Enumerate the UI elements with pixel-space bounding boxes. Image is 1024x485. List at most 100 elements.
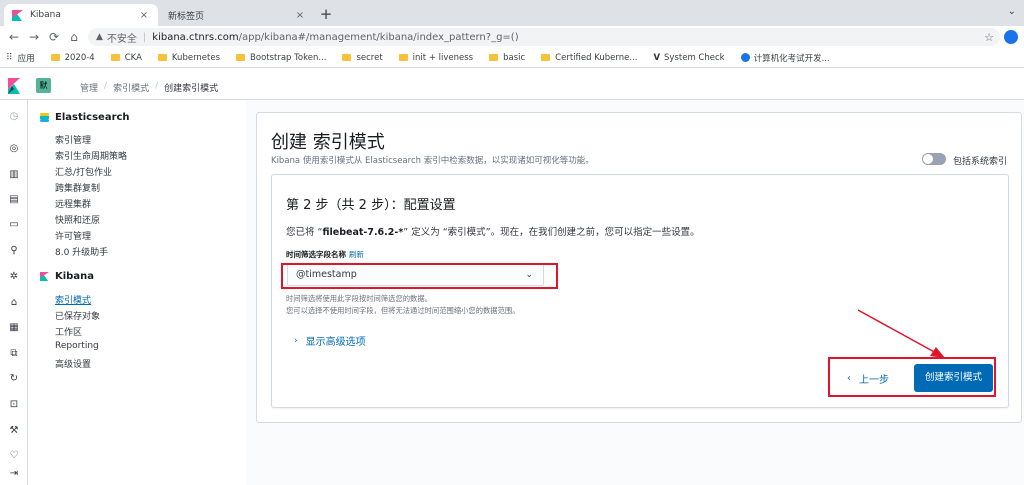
folder-icon [342, 54, 352, 61]
back-button[interactable]: ‹ 上一步 [847, 371, 889, 386]
dashboard-icon[interactable]: ▤ [7, 193, 21, 207]
breadcrumb-management[interactable]: 管理 [80, 81, 98, 94]
folder-icon [110, 54, 120, 61]
uptime-icon[interactable]: ↻ [7, 372, 21, 386]
kibana-logo-icon[interactable] [8, 78, 20, 94]
folder-icon [398, 54, 408, 61]
pearson-icon [740, 53, 750, 62]
show-advanced-options-link[interactable]: › 显示高级选项 [294, 333, 366, 349]
bookmark-folder[interactable]: secret [342, 53, 383, 63]
sidebar-item-remote-clusters[interactable]: 远程集群 [55, 197, 91, 210]
bookmark-apps[interactable]: ⠿ 应用 [6, 52, 35, 64]
logs-icon[interactable]: ▦ [7, 321, 21, 335]
sidebar-item-advanced-settings[interactable]: 高级设置 [55, 357, 91, 370]
new-tab-button[interactable]: + [318, 6, 334, 22]
tab-kibana[interactable]: Kibana × [4, 4, 158, 26]
monitoring-icon[interactable]: ♡ [7, 449, 21, 463]
sidebar-item-ilm[interactable]: 索引生命周期策略 [55, 149, 127, 162]
browser-tab-strip: Kibana × 新标签页 × + ⌄ [0, 0, 1024, 26]
home-icon[interactable]: ⌂ [64, 30, 84, 44]
step-description: 您已将 “filebeat-7.6.2-*” 定义为 “索引模式”。现在，在我们… [286, 227, 700, 238]
canvas-icon[interactable]: ▭ [7, 218, 21, 232]
tab-title: Kibana [30, 10, 61, 20]
ml-icon[interactable]: ✲ [7, 270, 21, 284]
apm-icon[interactable]: ⧉ [7, 347, 21, 361]
vlogo-icon: V [653, 52, 661, 63]
bookmark-folder[interactable]: Certified Kuberne... [541, 53, 637, 63]
tab-close-icon[interactable]: × [294, 10, 306, 21]
breadcrumb-separator: / [155, 81, 159, 91]
sidebar-item-ccr[interactable]: 跨集群复制 [55, 181, 100, 194]
collapse-nav-icon[interactable]: ⇥ [7, 467, 21, 481]
siem-icon[interactable]: ⊡ [7, 398, 21, 412]
bookmark-system-check[interactable]: V System Check [653, 53, 724, 63]
sidebar-item-index-management[interactable]: 索引管理 [55, 133, 91, 146]
sidebar-item-license[interactable]: 许可管理 [55, 229, 91, 242]
dev-tools-icon[interactable]: ⚒ [7, 424, 21, 438]
infrastructure-icon[interactable]: ⌂ [7, 296, 21, 310]
url-host: kibana.ctnrs.com [152, 31, 239, 43]
space-avatar[interactable]: 默 [36, 78, 51, 93]
time-field-help-2: 您可以选择不使用时间字段，但将无法通过时间范围缩小您的数据范围。 [286, 306, 520, 315]
sidebar-item-rollup[interactable]: 汇总/打包作业 [55, 165, 112, 178]
kibana-logo-icon [40, 272, 49, 281]
tab-title: 新标签页 [168, 11, 205, 22]
chevron-left-icon: ‹ [847, 373, 851, 384]
index-pattern-name: filebeat-7.6.2-* [322, 227, 404, 238]
recent-icon[interactable]: ◷ [7, 110, 21, 124]
profile-avatar-icon[interactable] [1004, 30, 1018, 44]
bookmark-folder[interactable]: Bootstrap Token... [236, 53, 326, 63]
toggle-knob [923, 154, 933, 164]
visualize-icon[interactable]: ▥ [7, 168, 21, 182]
back-icon[interactable]: ← [4, 30, 24, 44]
bookmark-folder[interactable]: Kubernetes [157, 53, 220, 63]
folder-icon [50, 54, 60, 61]
reload-icon[interactable]: ⟳ [44, 30, 64, 44]
time-field-label: 时间筛选字段名称 刷新 [286, 250, 364, 259]
browser-toolbar: ← → ⟳ ⌂ ▲ 不安全 | kibana.ctnrs.com /app/ki… [0, 26, 1024, 48]
kibana-section-title: Kibana [40, 271, 94, 282]
bookmark-pearson[interactable]: 计算机化考试开发... [740, 52, 830, 64]
tab-new-tab-page[interactable]: 新标签页 × [160, 4, 314, 26]
bookmark-folder[interactable]: CKA [110, 53, 142, 63]
elasticsearch-logo-icon [40, 113, 49, 122]
annotation-highlight-box [281, 263, 558, 289]
refresh-link[interactable]: 刷新 [349, 250, 364, 259]
tab-search-icon[interactable]: ⌄ [1008, 6, 1016, 17]
maps-icon[interactable]: ⚲ [7, 244, 21, 258]
breadcrumb-index-patterns[interactable]: 索引模式 [113, 81, 149, 94]
folder-icon [541, 54, 551, 61]
sidebar-item-snapshot[interactable]: 快照和还原 [55, 213, 100, 226]
breadcrumb: 管理 / 索引模式 / 创建索引模式 [80, 81, 224, 94]
kibana-icon-nav: ◷ ◎ ▥ ▤ ▭ ⚲ ✲ ⌂ ▦ ⧉ ↻ ⊡ ⚒ ♡ ⇥ [0, 100, 28, 485]
sidebar-item-index-patterns[interactable]: 索引模式 [55, 293, 91, 306]
bookmark-star-icon[interactable]: ☆ [984, 31, 994, 44]
management-sidebar: Elasticsearch 索引管理 索引生命周期策略 汇总/打包作业 跨集群复… [28, 100, 246, 485]
discover-icon[interactable]: ◎ [7, 142, 21, 156]
kibana-header: 默 管理 / 索引模式 / 创建索引模式 [0, 72, 1024, 100]
breadcrumb-separator: / [104, 81, 108, 91]
chevron-right-icon: › [294, 335, 298, 346]
page-title: 创建 索引模式 [271, 132, 385, 153]
sidebar-item-upgrade-assistant[interactable]: 8.0 升级助手 [55, 245, 108, 258]
bookmark-folder[interactable]: init + liveness [398, 53, 473, 63]
warning-icon[interactable]: ▲ [96, 32, 103, 42]
omnibox-separator: | [142, 31, 147, 43]
sidebar-item-reporting[interactable]: Reporting [55, 341, 99, 351]
folder-icon [157, 54, 167, 61]
include-system-indices-toggle[interactable] [922, 153, 946, 165]
sidebar-item-spaces[interactable]: 工作区 [55, 325, 82, 338]
bookmark-folder[interactable]: 2020-4 [50, 53, 95, 63]
forward-icon[interactable]: → [24, 30, 44, 44]
bookmark-folder[interactable]: basic [489, 53, 525, 63]
time-field-help-1: 时间筛选将使用此字段按时间筛选您的数据。 [286, 294, 432, 303]
folder-icon [236, 54, 246, 61]
breadcrumb-current: 创建索引模式 [164, 84, 219, 94]
url-path: /app/kibana#/management/kibana/index_pat… [238, 31, 519, 43]
sidebar-item-saved-objects[interactable]: 已保存对象 [55, 309, 100, 322]
tab-close-icon[interactable]: × [138, 10, 150, 21]
elasticsearch-section-title: Elasticsearch [40, 112, 130, 123]
page-description: Kibana 使用索引模式从 Elasticsearch 索引中检索数据，以实现… [271, 156, 594, 166]
address-bar[interactable]: ▲ 不安全 | kibana.ctnrs.com /app/kibana#/ma… [88, 28, 1000, 46]
create-index-pattern-button[interactable]: 创建索引模式 [914, 364, 993, 392]
